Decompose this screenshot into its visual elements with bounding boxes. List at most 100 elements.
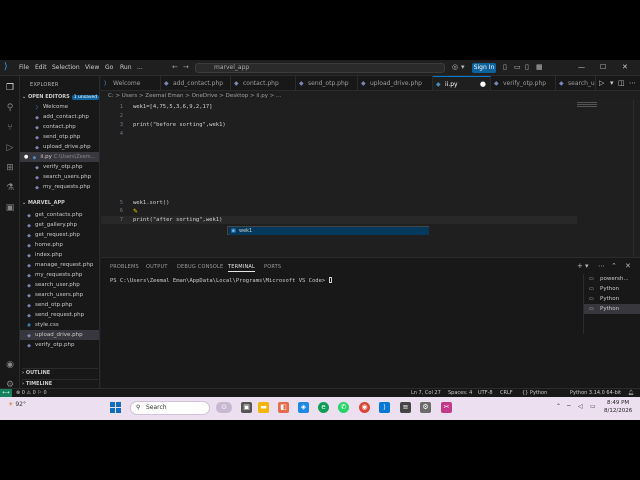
chevron-up-icon[interactable]: ⌃ (556, 403, 561, 410)
chevron-down-icon[interactable]: ▾ (461, 63, 465, 72)
snipping-tool-icon[interactable]: ✂ (441, 402, 452, 413)
minimap[interactable] (577, 102, 597, 108)
chevron-down-icon[interactable]: ▾ (610, 79, 614, 87)
open-editor-item[interactable]: ◆ my_requests.php (20, 182, 99, 192)
tab-verify-otp[interactable]: ◆ verify_otp.php (491, 76, 556, 90)
edge-icon[interactable]: e (318, 402, 329, 413)
terminal-item[interactable]: ▭ Python (584, 284, 640, 294)
notifications-bell-icon[interactable]: 🔔︎ (628, 389, 634, 397)
system-clock[interactable]: 8:49 PM 8/12/2026 (604, 399, 632, 415)
weather-widget[interactable]: ☀ 92° (8, 401, 26, 408)
python-interpreter[interactable]: Python 3.14.0 64-bit (570, 389, 621, 397)
editor-scrollbar[interactable] (633, 100, 639, 257)
layout-secondary-icon[interactable]: ▯ (525, 63, 529, 72)
open-editors-header[interactable]: ⌄ OPEN EDITORS 1 unsaved (22, 94, 99, 100)
open-editor-item-active[interactable]: ● ◆ ii.py C:\Users\Zeem... (20, 152, 99, 162)
unsaved-dot-icon[interactable]: ● (480, 77, 486, 90)
taskbar-search[interactable]: ⚲ Search (130, 401, 210, 415)
code-editor[interactable]: 1 wek1=[4,75,5,3,6,9,2,17] 2 3 print("be… (101, 100, 640, 257)
file-item[interactable]: ◆ search_users.php (20, 290, 99, 300)
remote-explorer-icon[interactable]: ▣ (4, 202, 16, 214)
open-editor-item[interactable]: ◆ upload_drive.php (20, 142, 99, 152)
account-icon[interactable]: ◉ (4, 359, 16, 371)
tab-upload-drive[interactable]: ◆ upload_drive.php (358, 76, 433, 90)
file-item[interactable]: ◆ get_gallery.php (20, 220, 99, 230)
file-item[interactable]: ◆ home.php (20, 240, 99, 250)
open-editor-item[interactable]: ◆ add_contact.php (20, 112, 99, 122)
lightbulb-icon[interactable]: ✎ (133, 208, 138, 215)
file-item[interactable]: ◆ index.php (20, 250, 99, 260)
file-item[interactable]: ◆ my_requests.php (20, 270, 99, 280)
menu-edit[interactable]: Edit (35, 63, 47, 72)
copilot-icon[interactable]: ◎ (452, 63, 458, 72)
file-item[interactable]: ◆ send_request.php (20, 310, 99, 320)
tab-ports[interactable]: PORTS (264, 264, 281, 270)
file-item[interactable]: ◆ send_otp.php (20, 300, 99, 310)
problems-status[interactable]: ⊗ 0 ⚠ 0 ⚐ 0 (16, 389, 47, 397)
minimize-icon[interactable]: — (578, 63, 585, 72)
file-item[interactable]: ◆ manage_request.php (20, 260, 99, 270)
tab-welcome[interactable]: ⟩ Welcome (101, 76, 161, 90)
indentation[interactable]: Spaces: 4 (448, 389, 472, 397)
back-arrow-icon[interactable]: ← (172, 63, 178, 72)
widgets-icon[interactable]: ⊙ (216, 402, 232, 413)
sign-in-button[interactable]: Sign In (472, 63, 496, 73)
tab-send-otp[interactable]: ◆ send_otp.php (296, 76, 358, 90)
menu-go[interactable]: Go (105, 63, 113, 72)
tab-search-users[interactable]: ◆ search_u (556, 76, 596, 90)
file-item[interactable]: ◆ upload_drive.php (20, 330, 99, 340)
menu-view[interactable]: View (85, 63, 99, 72)
run-debug-icon[interactable]: ▷ (4, 142, 16, 154)
maximize-panel-icon[interactable]: ⌃ (611, 262, 617, 270)
photos-icon[interactable]: ◈ (298, 402, 309, 413)
gear-icon[interactable]: ⚙ (420, 402, 431, 413)
language-mode[interactable]: {} Python (522, 389, 547, 397)
wifi-icon[interactable]: ⌔ (566, 403, 572, 411)
cursor-position[interactable]: Ln 7, Col 27 (411, 389, 441, 397)
layout-sidebar-icon[interactable]: ▯ (503, 63, 507, 72)
close-panel-icon[interactable]: ✕ (625, 262, 631, 270)
run-python-icon[interactable]: ▷ (599, 79, 604, 87)
open-editor-item[interactable]: ◆ send_otp.php (20, 132, 99, 142)
volume-icon[interactable]: ◁ (578, 403, 583, 410)
tab-ii-py[interactable]: ◆ ii.py ● (433, 76, 491, 90)
menu-run[interactable]: Run (120, 63, 132, 72)
close-icon[interactable]: ✕ (622, 63, 628, 72)
terminal-item[interactable]: ▭ powersh... (584, 274, 640, 284)
task-view-icon[interactable]: ▣ (241, 402, 252, 413)
battery-icon[interactable]: ▭ (590, 403, 596, 410)
layout-panel-icon[interactable]: ▭ (514, 63, 521, 72)
tab-contact[interactable]: ◆ contact.php (231, 76, 296, 90)
open-editor-item[interactable]: ◆ search_users.php (20, 172, 99, 182)
whatsapp-icon[interactable]: ✆ (338, 402, 349, 413)
terminal-output[interactable]: PS C:\Users\Zeemal Eman\AppData\Local\Pr… (110, 277, 332, 284)
menu-file[interactable]: File (19, 63, 29, 72)
source-control-icon[interactable]: ⑂ (4, 122, 16, 134)
vscode-taskbar-icon[interactable]: ⟩ (379, 402, 390, 413)
more-actions-icon[interactable]: ⋯ (598, 262, 605, 270)
open-editor-item[interactable]: ⟩ Welcome (20, 102, 99, 112)
chrome-icon[interactable]: ◉ (359, 402, 370, 413)
code-line[interactable]: print("before sorting",wek1) (133, 122, 226, 128)
explorer-files-icon[interactable]: ❐ (4, 82, 16, 94)
new-terminal-icon[interactable]: + (577, 262, 583, 270)
search-icon[interactable]: ⚲ (4, 102, 16, 114)
breadcrumb[interactable]: C: > Users > Zeemal Eman > OneDrive > De… (108, 93, 281, 99)
terminal-item-active[interactable]: ▭ Python (584, 304, 640, 314)
timeline-section[interactable]: › TIMELINE (22, 379, 98, 387)
file-item[interactable]: ◆ get_contacts.php (20, 210, 99, 220)
code-line[interactable]: wek1=[4,75,5,3,6,9,2,17] (133, 104, 212, 110)
menu-more[interactable]: ... (137, 63, 143, 72)
open-editor-item[interactable]: ◆ verify_otp.php (20, 162, 99, 172)
testing-flask-icon[interactable]: ⚗ (4, 182, 16, 194)
tab-problems[interactable]: PROBLEMS (110, 264, 139, 270)
forward-arrow-icon[interactable]: → (183, 63, 189, 72)
code-line[interactable]: print("after sorting",wek1) (133, 217, 222, 223)
open-editor-item[interactable]: ◆ contact.php (20, 122, 99, 132)
folder-header[interactable]: ⌄ MARVEL_APP (22, 200, 65, 206)
store-icon[interactable]: ◧ (278, 402, 289, 413)
outline-section[interactable]: › OUTLINE (22, 368, 98, 376)
code-line[interactable]: wek1.sort() (133, 200, 169, 206)
file-item[interactable]: ◆ verify_otp.php (20, 340, 99, 350)
command-center-search[interactable]: marvel_app (195, 63, 445, 73)
